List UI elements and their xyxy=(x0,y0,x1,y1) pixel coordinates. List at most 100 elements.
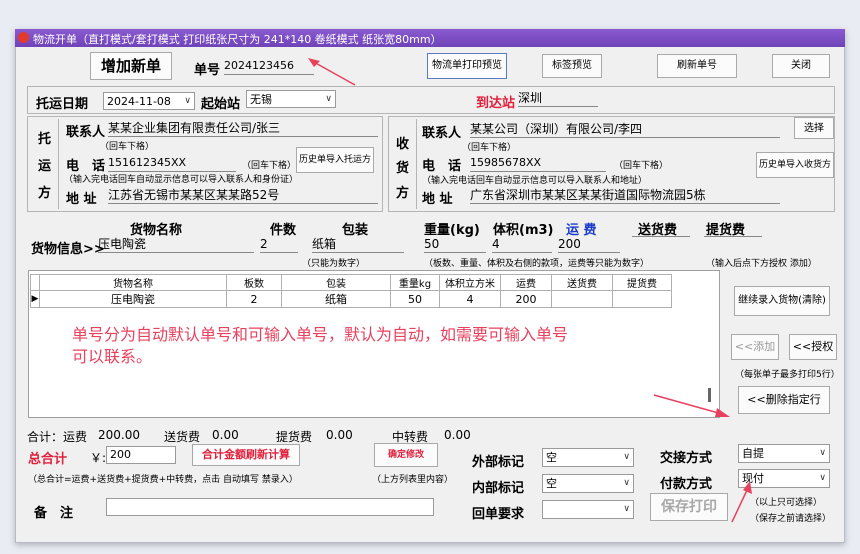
label-preview-button[interactable]: 标签预览 xyxy=(542,54,602,78)
total-input[interactable]: 200 xyxy=(106,446,176,464)
shipper-address-input[interactable]: 江苏省无锡市某某区某某路52号 xyxy=(108,187,378,204)
origin-select[interactable]: 无锡 ∨ xyxy=(246,90,336,108)
receipt-label: 回单要求 xyxy=(472,507,525,522)
max-rows-note: （每张单子最多打印5行） xyxy=(735,370,840,380)
goods-pack-hint: （只能为数字） xyxy=(302,259,366,269)
options-note-1: （以上只可选择） xyxy=(750,498,823,508)
chevron-down-icon: ∨ xyxy=(819,448,826,458)
handover-select[interactable]: 自提 ∨ xyxy=(738,444,830,463)
list-content-note: （上方列表里内容） xyxy=(372,475,454,485)
table-cell[interactable]: 200 xyxy=(500,290,552,308)
goods-pack-input[interactable]: 纸箱 xyxy=(312,236,404,253)
consignee-address-label: 地 址 xyxy=(422,192,453,207)
table-cell[interactable]: 压电陶瓷 xyxy=(39,290,227,308)
consignee-contact-input[interactable]: 某某公司（深圳）有限公司/李四 xyxy=(470,121,780,138)
dest-input[interactable]: 深圳 xyxy=(518,90,598,107)
consignee-phone-hint: （回车下格） xyxy=(614,161,669,171)
internal-mark-label: 内部标记 xyxy=(472,481,525,496)
annotation-arrow-top xyxy=(308,58,356,86)
sum-delivery-label: 送货费 xyxy=(164,430,201,444)
annotation-text-2: 可以联系。 xyxy=(72,347,153,366)
goods-values-hint: （板数、重量、体积及右侧的款项，运费等只能为数字） xyxy=(424,259,650,269)
annotation-arrow-right xyxy=(653,394,730,417)
shipper-contact-label: 联系人 xyxy=(66,125,106,140)
title-bar: 物流开单（直打模式/套打模式 打印纸张尺寸为 241*140 卷纸模式 纸张宽8… xyxy=(15,29,845,47)
goods-delivery-input[interactable] xyxy=(632,236,690,237)
table-cell[interactable]: 50 xyxy=(390,290,440,308)
origin-value: 无锡 xyxy=(250,93,272,106)
confirm-edit-button[interactable]: 确定修改 xyxy=(374,443,438,467)
chevron-down-icon: ∨ xyxy=(325,94,332,104)
shipper-history-button[interactable]: 历史单导入托运方 xyxy=(296,147,374,173)
app-logo-icon xyxy=(18,32,29,43)
goods-weight-input[interactable]: 50 xyxy=(424,236,486,253)
delete-row-button[interactable]: <<删除指定行 xyxy=(738,386,830,414)
consignee-side-3: 方 xyxy=(396,186,410,201)
shipper-side-3: 方 xyxy=(38,186,52,201)
table-cell[interactable]: 纸箱 xyxy=(281,290,391,308)
add-new-order-button[interactable]: 增加新单 xyxy=(90,52,172,80)
date-label: 托运日期 xyxy=(36,97,89,112)
column-header[interactable]: 重量kg xyxy=(390,274,440,291)
origin-label: 起始站 xyxy=(201,97,241,112)
receipt-select[interactable]: ∨ xyxy=(542,500,634,519)
column-header[interactable]: 体积立方米 xyxy=(439,274,501,291)
annotation-arrow-bottom xyxy=(731,481,752,523)
save-print-button[interactable]: 保存打印 xyxy=(650,493,728,521)
goods-count-input[interactable]: 2 xyxy=(260,236,298,253)
column-header[interactable]: 板数 xyxy=(226,274,282,291)
table-cell[interactable]: 4 xyxy=(439,290,501,308)
print-preview-button[interactable]: 物流单打印预览 xyxy=(427,53,507,79)
goods-table-header-row: 货物名称 板数 包装 重量kg 体积立方米 运费 送货费 提货费 xyxy=(30,274,672,291)
consignee-phone-input[interactable]: 15985678XX xyxy=(470,155,606,172)
external-mark-select[interactable]: 空 ∨ xyxy=(542,448,634,467)
consignee-address-input[interactable]: 广东省深圳市某某区某某街道国际物流园5栋 xyxy=(470,187,780,204)
order-no-label: 单号 xyxy=(194,63,221,78)
continue-entry-button[interactable]: 继续录入货物(清除) xyxy=(734,286,830,316)
table-cell[interactable] xyxy=(551,290,613,308)
column-header[interactable]: 送货费 xyxy=(551,274,613,291)
recalc-button[interactable]: 合计金额刷新计算 xyxy=(192,444,300,466)
chevron-down-icon: ∨ xyxy=(623,452,630,462)
internal-mark-select[interactable]: 空 ∨ xyxy=(542,474,634,493)
column-header[interactable]: 提货费 xyxy=(612,274,672,291)
chevron-down-icon: ∨ xyxy=(623,504,630,514)
shipper-contact-hint: （回车下格） xyxy=(100,142,155,152)
row-selector-header xyxy=(30,274,40,291)
refresh-order-no-button[interactable]: 刷新单号 xyxy=(657,54,737,78)
close-button[interactable]: 关闭 xyxy=(772,54,830,78)
goods-pickup-input[interactable] xyxy=(704,236,762,237)
sum-transfer-value: 0.00 xyxy=(444,428,471,442)
shipper-side-1: 托 xyxy=(38,132,52,147)
sum-freight-value: 200.00 xyxy=(98,428,140,442)
column-header[interactable]: 货物名称 xyxy=(39,274,227,291)
shipper-phone-note: （输入完电话回车自动显示信息可以导入联系人和身份证） xyxy=(64,175,299,185)
shipper-phone-hint: （回车下格） xyxy=(242,161,297,171)
external-mark-label: 外部标记 xyxy=(472,455,525,470)
goods-volume-input[interactable]: 4 xyxy=(492,236,552,253)
sum-delivery-value: 0.00 xyxy=(212,428,239,442)
dest-label: 到达站 xyxy=(476,96,516,111)
consignee-select-button[interactable]: 选择 xyxy=(794,117,834,139)
date-picker[interactable]: 2024-11-08 ∨ xyxy=(103,92,195,110)
goods-add-hint: （输入后点下方授权 添加） xyxy=(706,259,817,269)
shipper-phone-input[interactable]: 151612345XX xyxy=(108,155,236,172)
chevron-down-icon: ∨ xyxy=(623,478,630,488)
goods-name-input[interactable]: 压电陶瓷 xyxy=(98,236,254,253)
table-cell[interactable] xyxy=(612,290,672,308)
currency-symbol: ￥: xyxy=(90,451,107,465)
goods-freight-input[interactable]: 200 xyxy=(558,236,620,253)
external-mark-value: 空 xyxy=(546,451,557,464)
add-row-button[interactable]: <<添加 xyxy=(731,334,779,360)
consignee-phone-label: 电 话 xyxy=(422,159,462,174)
table-cell[interactable]: 2 xyxy=(226,290,282,308)
remark-input[interactable] xyxy=(106,498,434,516)
row-selector-icon[interactable]: ▶ xyxy=(30,290,40,308)
total-label: 总合计 xyxy=(28,452,68,467)
consignee-history-button[interactable]: 历史单导入收货方 xyxy=(756,152,834,178)
column-header[interactable]: 包装 xyxy=(281,274,391,291)
shipper-contact-input[interactable]: 某某企业集团有限责任公司/张三 xyxy=(108,120,378,137)
column-header[interactable]: 运费 xyxy=(500,274,552,291)
table-row[interactable]: ▶ 压电陶瓷 2 纸箱 50 4 200 xyxy=(30,290,672,308)
authorize-button[interactable]: <<授权 xyxy=(789,334,837,360)
